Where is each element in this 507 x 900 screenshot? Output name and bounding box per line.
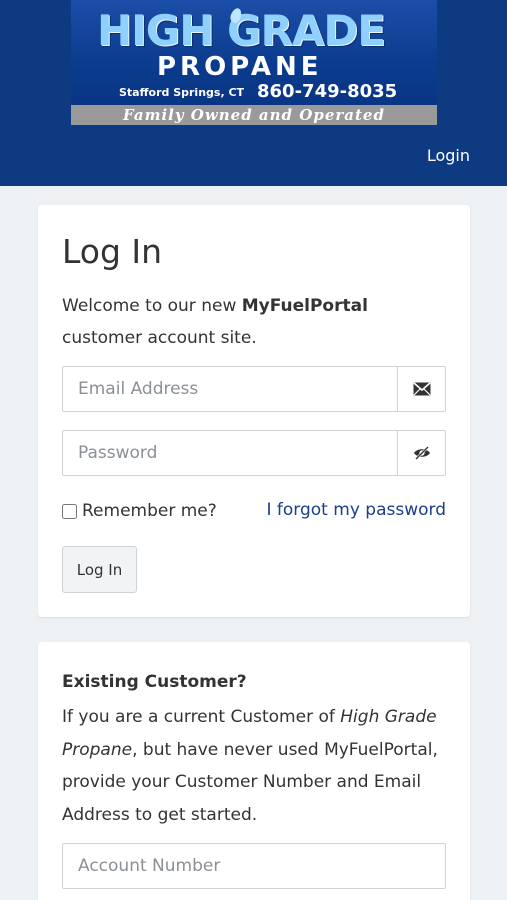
company-logo[interactable]: HIGH GRADE PROPANE Stafford Springs, CT … — [71, 0, 437, 128]
forgot-password-link[interactable]: I forgot my password — [267, 500, 447, 520]
account-number-input[interactable] — [63, 844, 443, 888]
nav-login-link[interactable]: Login — [427, 146, 470, 165]
welcome-text-post: customer account site. — [62, 328, 257, 348]
envelope-icon — [397, 367, 445, 411]
ec-text-pre: If you are a current Customer of — [62, 707, 341, 727]
remember-me-checkbox[interactable] — [62, 503, 77, 519]
logo-location: Stafford Springs, CT — [119, 86, 245, 99]
logo-tagline: Family Owned and Operated — [71, 105, 437, 125]
welcome-text: Welcome to our new MyFuelPortal customer… — [62, 290, 447, 354]
email-field-group — [62, 366, 446, 412]
page-title: Log In — [62, 232, 163, 271]
login-card: Log In Welcome to our new MyFuelPortal c… — [38, 205, 470, 617]
logo-phone: 860-749-8035 — [257, 81, 398, 102]
logo-subtitle: PROPANE — [157, 52, 323, 82]
existing-customer-text: If you are a current Customer of High Gr… — [62, 701, 447, 831]
welcome-brand: MyFuelPortal — [241, 296, 368, 316]
existing-customer-heading: Existing Customer? — [62, 672, 247, 692]
eye-slash-icon[interactable] — [397, 431, 445, 475]
site-header: HIGH GRADE PROPANE Stafford Springs, CT … — [0, 0, 507, 186]
account-number-field-group — [62, 843, 446, 889]
welcome-text-pre: Welcome to our new — [62, 296, 242, 316]
login-button[interactable]: Log In — [62, 546, 137, 593]
password-field-group — [62, 430, 446, 476]
remember-me[interactable]: Remember me? — [62, 501, 217, 521]
email-input[interactable] — [63, 367, 398, 411]
existing-customer-card: Existing Customer? If you are a current … — [38, 642, 470, 900]
remember-me-label: Remember me? — [82, 501, 217, 521]
password-input[interactable] — [63, 431, 398, 475]
